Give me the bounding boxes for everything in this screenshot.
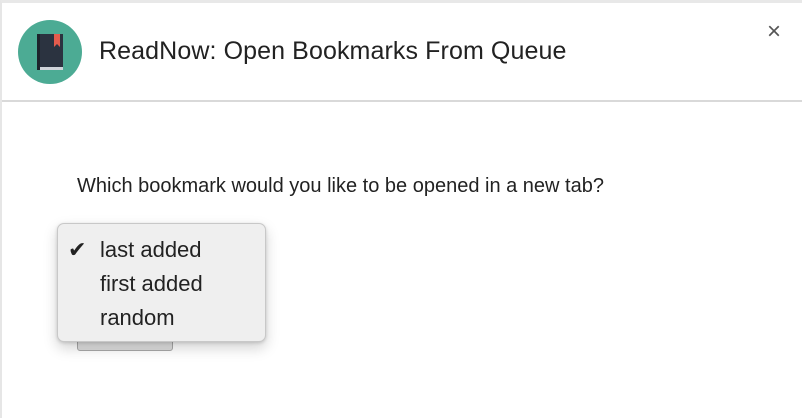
close-button[interactable]: × bbox=[762, 19, 786, 45]
option-label: first added bbox=[100, 271, 203, 296]
option-random[interactable]: random bbox=[58, 301, 265, 335]
dialog-header: ReadNow: Open Bookmarks From Queue × bbox=[2, 3, 802, 102]
option-label: last added bbox=[100, 237, 202, 262]
question-text: Which bookmark would you like to be open… bbox=[77, 175, 604, 197]
dialog-window: ReadNow: Open Bookmarks From Queue × Whi… bbox=[0, 0, 802, 418]
option-first-added[interactable]: first added bbox=[58, 267, 265, 301]
book-icon bbox=[18, 20, 82, 84]
bookmark-order-dropdown[interactable]: ✔ last added first added random bbox=[57, 223, 266, 342]
option-last-added[interactable]: ✔ last added bbox=[58, 233, 265, 267]
option-label: random bbox=[100, 305, 175, 330]
dialog-title: ReadNow: Open Bookmarks From Queue bbox=[99, 37, 567, 65]
book-icon-graphic bbox=[37, 34, 63, 70]
checkmark-icon: ✔ bbox=[68, 237, 87, 262]
close-icon[interactable]: × bbox=[767, 18, 781, 45]
